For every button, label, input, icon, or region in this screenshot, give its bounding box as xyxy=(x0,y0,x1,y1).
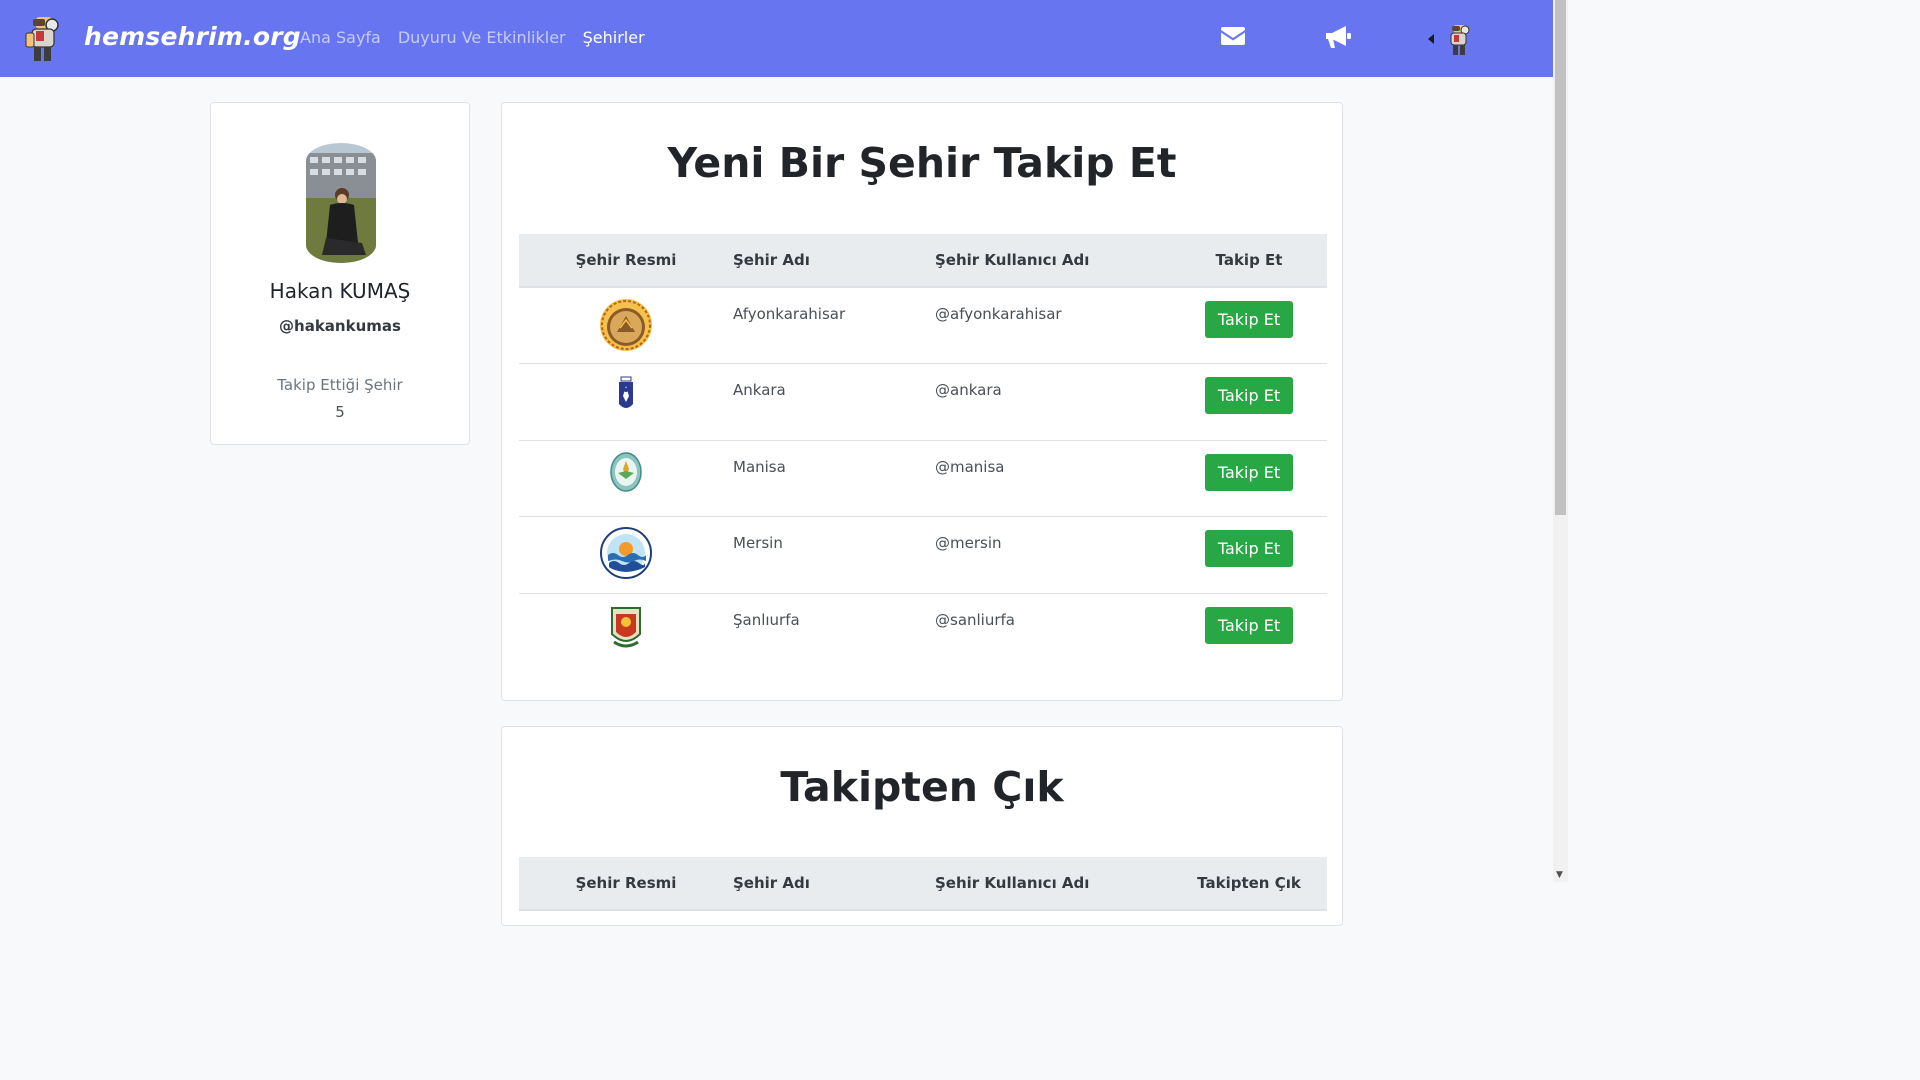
followed-cities-count: 5 xyxy=(335,403,345,421)
header-city-image: Şehir Resmi xyxy=(519,234,733,288)
brand-logo[interactable] xyxy=(22,15,64,63)
city-username: @mersin xyxy=(935,534,1002,552)
follow-city-card: Yeni Bir Şehir Takip Et Şehir Resmi Şehi… xyxy=(501,102,1343,701)
profile-photo xyxy=(306,143,376,263)
followed-cities-label: Takip Ettiği Şehir xyxy=(277,376,403,394)
header-city-username: Şehir Kullanıcı Adı xyxy=(935,234,1171,288)
city-username: @ankara xyxy=(935,381,1002,399)
follow-button-ankara[interactable]: Takip Et xyxy=(1204,377,1294,414)
unfollow-city-card: Takipten Çık Şehir Resmi Şehir Adı Şehir… xyxy=(501,726,1343,926)
brand-name[interactable]: hemsehrim.org xyxy=(84,22,301,51)
city-username: @manisa xyxy=(935,457,1005,476)
user-avatar-icon[interactable] xyxy=(1445,24,1473,56)
profile-card: Hakan KUMAŞ @hakankumas Takip Ettiği Şeh… xyxy=(210,102,470,445)
follow-city-title: Yeni Bir Şehir Takip Et xyxy=(667,139,1177,187)
city-username: @afyonkarahisar xyxy=(935,305,1062,323)
city-logo-cell xyxy=(519,593,733,670)
nav-links: Ana Sayfa Duyuru Ve Etkinlikler Şehirler xyxy=(300,28,645,47)
header-city-image: Şehir Resmi xyxy=(519,857,733,911)
navbar: hemsehrim.org Ana Sayfa Duyuru Ve Etkinl… xyxy=(0,0,1553,77)
follow-button-mersin[interactable]: Takip Et xyxy=(1204,530,1294,567)
nav-link-home[interactable]: Ana Sayfa xyxy=(300,28,381,47)
city-name: Şanlıurfa xyxy=(733,610,800,629)
envelope-icon[interactable] xyxy=(1220,26,1246,46)
nav-link-announcements[interactable]: Duyuru Ve Etkinlikler xyxy=(398,28,566,47)
table-header-row: Şehir Resmi Şehir Adı Şehir Kullanıcı Ad… xyxy=(519,857,1327,911)
header-city-name: Şehir Adı xyxy=(733,857,935,911)
megaphone-icon[interactable] xyxy=(1324,24,1352,50)
city-logo-cell xyxy=(519,287,733,364)
afyonkarahisar-logo xyxy=(600,299,652,351)
profile-username: @hakankumas xyxy=(279,317,401,335)
ankara-logo xyxy=(619,376,633,408)
unfollow-city-table: Şehir Resmi Şehir Adı Şehir Kullanıcı Ad… xyxy=(519,857,1327,911)
city-logo-cell xyxy=(519,517,733,594)
scrollbar-thumb[interactable] xyxy=(1555,0,1566,515)
nav-link-cities[interactable]: Şehirler xyxy=(583,28,645,47)
table-row: Mersin @mersin Takip Et xyxy=(519,517,1327,594)
table-row: Ankara @ankara Takip Et xyxy=(519,364,1327,441)
city-username: @sanliurfa xyxy=(935,610,1015,629)
follow-button-sanliurfa[interactable]: Takip Et xyxy=(1204,606,1294,644)
profile-name: Hakan KUMAŞ xyxy=(269,279,411,303)
city-name: Mersin xyxy=(733,534,783,552)
mersin-logo xyxy=(600,527,652,579)
follow-city-table: Şehir Resmi Şehir Adı Şehir Kullanıcı Ad… xyxy=(519,234,1327,670)
sanliurfa-logo xyxy=(611,606,641,647)
header-city-name: Şehir Adı xyxy=(733,234,935,288)
city-name: Manisa xyxy=(733,457,786,476)
follow-button-manisa[interactable]: Takip Et xyxy=(1204,453,1294,491)
scroll-down-arrow-icon[interactable]: ▼ xyxy=(1556,870,1563,880)
header-unfollow: Takipten Çık xyxy=(1171,857,1327,911)
table-row: Manisa @manisa Takip Et xyxy=(519,440,1327,517)
page-scrollbar[interactable]: ▼ xyxy=(1553,0,1568,882)
follow-button-afyonkarahisar[interactable]: Takip Et xyxy=(1204,301,1294,338)
table-row: Afyonkarahisar @afyonkarahisar Takip Et xyxy=(519,287,1327,364)
table-row: Şanlıurfa @sanliurfa Takip Et xyxy=(519,593,1327,670)
manisa-logo xyxy=(610,451,642,492)
header-follow: Takip Et xyxy=(1171,234,1327,288)
city-logo-cell xyxy=(519,364,733,441)
caret-left-icon[interactable] xyxy=(1428,34,1435,44)
city-name: Afyonkarahisar xyxy=(733,305,846,323)
city-logo-cell xyxy=(519,440,733,517)
header-city-username: Şehir Kullanıcı Adı xyxy=(935,857,1171,911)
table-header-row: Şehir Resmi Şehir Adı Şehir Kullanıcı Ad… xyxy=(519,234,1327,288)
unfollow-city-title: Takipten Çık xyxy=(780,763,1064,811)
city-name: Ankara xyxy=(733,381,786,399)
